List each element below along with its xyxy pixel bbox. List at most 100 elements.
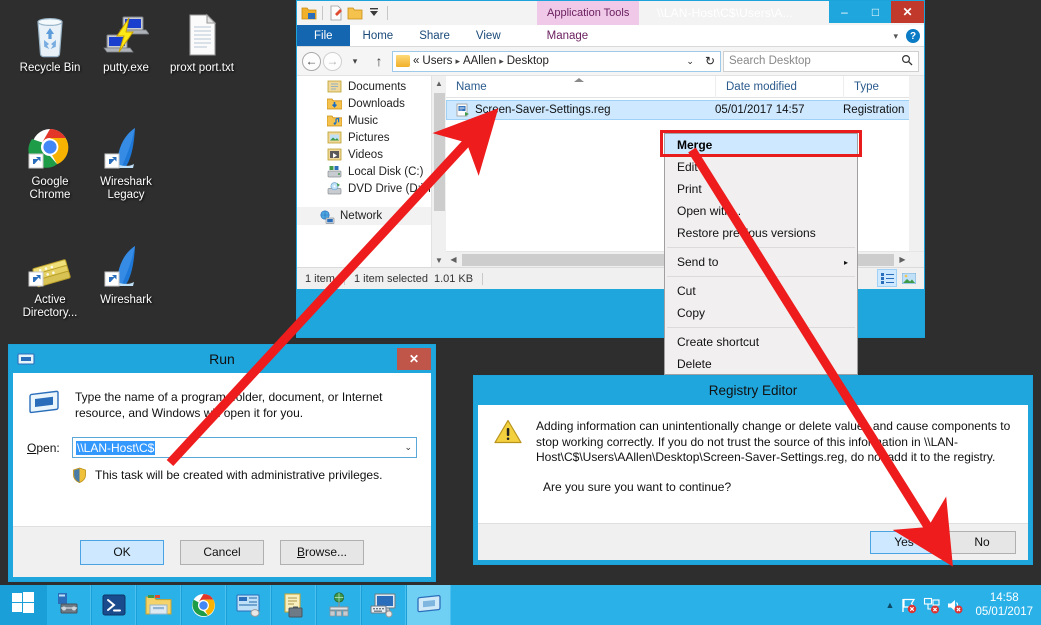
nav-item-downloads[interactable]: Downloads: [297, 95, 446, 112]
scroll-down-button[interactable]: ▼: [432, 253, 446, 268]
taskbar-item-server-manager[interactable]: [46, 585, 91, 625]
address-bar[interactable]: ← → ▾ ↑ « Users ▸ AAllen ▸ Desktop ⌄ ↻ S…: [297, 47, 924, 75]
column-header-date-modified[interactable]: Date modified: [716, 76, 844, 98]
tab-share[interactable]: Share: [406, 25, 463, 46]
chevron-down-icon[interactable]: ⌄: [404, 442, 412, 453]
taskbar-item-powershell[interactable]: [91, 585, 136, 625]
desktop-icon-proxt-port-txt[interactable]: proxt port.txt: [160, 8, 244, 75]
taskbar-items[interactable]: [46, 585, 451, 625]
run-dialog-close-button[interactable]: ✕: [397, 348, 431, 370]
cancel-button[interactable]: Cancel: [180, 540, 264, 565]
network-error-icon[interactable]: [923, 597, 940, 614]
registry-editor-dialog[interactable]: Registry Editor Adding information can u…: [473, 375, 1033, 565]
refresh-icon[interactable]: ↻: [705, 54, 715, 68]
nav-item-pictures[interactable]: Pictures: [297, 129, 446, 146]
help-icon[interactable]: ?: [906, 29, 920, 43]
column-header-name[interactable]: Name: [446, 76, 716, 98]
search-icon[interactable]: [901, 54, 913, 69]
desktop-icon-wireshark[interactable]: Wireshark: [84, 240, 168, 307]
file-context-menu[interactable]: Merge Edit Print Open with... Restore pr…: [664, 133, 858, 375]
run-dialog[interactable]: Run ✕ Type the name of a program, folder…: [8, 344, 436, 582]
context-menu-item-open-with[interactable]: Open with...: [665, 200, 857, 222]
show-hidden-icons-button[interactable]: ▲: [886, 600, 895, 610]
folder-properties-icon[interactable]: [301, 5, 317, 21]
yes-button[interactable]: Yes: [870, 531, 938, 554]
taskbar[interactable]: ▲ 14:58 05/01/2017: [0, 585, 1041, 625]
taskbar-item-computer-management[interactable]: [226, 585, 271, 625]
context-menu-item-send-to[interactable]: Send to ▸: [665, 251, 857, 273]
context-menu-item-create-shortcut[interactable]: Create shortcut: [665, 331, 857, 353]
quick-access-toolbar[interactable]: [297, 1, 390, 25]
nav-item-documents[interactable]: Documents: [297, 78, 446, 95]
scroll-left-button[interactable]: ◀: [446, 252, 461, 268]
close-button[interactable]: ✕: [891, 1, 924, 23]
large-icons-view-icon[interactable]: [899, 269, 919, 287]
volume-muted-icon[interactable]: [946, 597, 963, 614]
breadcrumb-item-users[interactable]: Users: [422, 55, 452, 67]
rename-icon[interactable]: [328, 5, 344, 21]
nav-item-videos[interactable]: Videos: [297, 146, 446, 163]
column-headers[interactable]: Name Date modified Type: [446, 76, 924, 98]
taskbar-item-remote-desktop[interactable]: [361, 585, 406, 625]
taskbar-item-event-viewer[interactable]: [271, 585, 316, 625]
browse-button[interactable]: Browse...: [280, 540, 364, 565]
run-open-field[interactable]: \\LAN-Host\C$ ⌄: [72, 437, 417, 458]
desktop-icon-active-directory[interactable]: ActiveDirectory...: [8, 240, 92, 320]
context-menu-item-cut[interactable]: Cut: [665, 280, 857, 302]
file-list-scrollbar[interactable]: [909, 76, 924, 268]
breadcrumb-root[interactable]: «: [413, 55, 419, 67]
registry-dialog-buttons[interactable]: Yes No: [478, 523, 1028, 560]
details-view-icon[interactable]: [877, 269, 897, 287]
view-mode-buttons[interactable]: [877, 269, 919, 287]
contextual-tab-application-tools[interactable]: Application Tools: [537, 1, 639, 25]
navigation-pane-scrollbar[interactable]: ▲ ▼: [431, 76, 446, 268]
breadcrumb[interactable]: « Users ▸ AAllen ▸ Desktop ⌄ ↻: [392, 51, 721, 72]
nav-item-local-disk-c[interactable]: Local Disk (C:): [297, 163, 446, 180]
nav-item-network[interactable]: Network: [297, 207, 446, 225]
system-tray[interactable]: ▲ 14:58 05/01/2017: [886, 585, 1041, 625]
desktop-icon-google-chrome[interactable]: GoogleChrome: [8, 122, 92, 202]
taskbar-clock[interactable]: 14:58 05/01/2017: [969, 591, 1033, 619]
ribbon-tab-bar[interactable]: File Home Share View Manage ▾ ?: [297, 25, 924, 47]
maximize-button[interactable]: □: [860, 1, 891, 23]
context-menu-item-edit[interactable]: Edit: [665, 156, 857, 178]
context-menu-item-restore-previous-versions[interactable]: Restore previous versions: [665, 222, 857, 244]
flag-error-icon[interactable]: [900, 597, 917, 614]
context-menu-item-merge[interactable]: Merge: [665, 134, 857, 156]
nav-item-music[interactable]: Music: [297, 112, 446, 129]
tab-view[interactable]: View: [463, 25, 514, 46]
search-input[interactable]: Search Desktop: [723, 51, 919, 72]
new-folder-icon[interactable]: [347, 5, 363, 21]
navigation-pane[interactable]: Documents Downloads Music Pictures: [297, 76, 446, 267]
breadcrumb-item-desktop[interactable]: Desktop: [507, 55, 549, 67]
table-row[interactable]: Screen-Saver-Settings.reg 05/01/2017 14:…: [446, 100, 924, 120]
desktop-icon-putty[interactable]: putty.exe: [84, 8, 168, 75]
up-button[interactable]: ↑: [368, 50, 390, 72]
desktop-icon-recycle-bin[interactable]: Recycle Bin: [8, 8, 92, 75]
no-button[interactable]: No: [948, 531, 1016, 554]
file-name-cell[interactable]: Screen-Saver-Settings.reg: [447, 103, 715, 117]
customize-qat-icon[interactable]: [366, 5, 382, 21]
minimize-button[interactable]: –: [829, 1, 860, 23]
run-dialog-buttons[interactable]: OK Cancel Browse...: [13, 526, 431, 577]
tab-file[interactable]: File: [297, 25, 350, 46]
taskbar-item-run-dialog[interactable]: [406, 585, 451, 625]
context-menu-item-copy[interactable]: Copy: [665, 302, 857, 324]
taskbar-item-chrome[interactable]: [181, 585, 226, 625]
desktop-icon-wireshark-legacy[interactable]: WiresharkLegacy: [84, 122, 168, 202]
taskbar-item-ad-sites-services[interactable]: [316, 585, 361, 625]
ok-button[interactable]: OK: [80, 540, 164, 565]
back-button[interactable]: ←: [302, 52, 321, 71]
start-button[interactable]: [0, 585, 46, 625]
scroll-right-button[interactable]: ▶: [895, 252, 910, 268]
forward-button[interactable]: →: [323, 52, 342, 71]
tab-home[interactable]: Home: [350, 25, 407, 46]
run-open-value[interactable]: \\LAN-Host\C$: [76, 441, 155, 455]
chevron-down-icon[interactable]: ▾: [893, 31, 898, 42]
breadcrumb-item-aallen[interactable]: AAllen: [463, 55, 496, 67]
context-menu-item-delete[interactable]: Delete: [665, 353, 857, 375]
scroll-up-button[interactable]: ▲: [432, 76, 446, 91]
window-controls[interactable]: – □ ✕: [829, 1, 924, 23]
recent-locations-icon[interactable]: ▾: [344, 50, 366, 72]
ribbon-right-controls[interactable]: ▾ ?: [893, 25, 920, 47]
